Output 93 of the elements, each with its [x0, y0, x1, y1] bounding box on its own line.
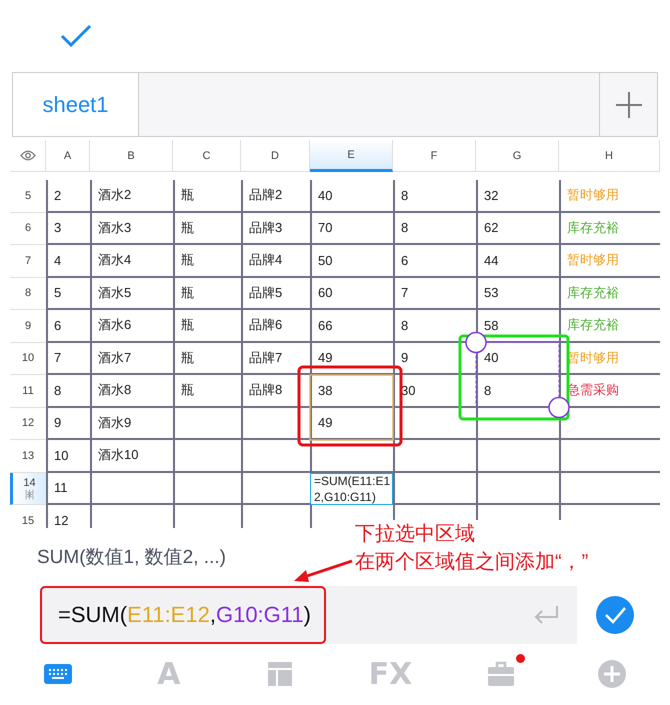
row-header[interactable]: 15	[10, 505, 46, 528]
table-cell: 38	[310, 375, 393, 408]
table-cell: 32	[476, 180, 559, 212]
table-cell: 瓶	[173, 212, 241, 245]
annotation-text: 下拉选中区域	[355, 522, 476, 547]
table-cell: 6	[46, 310, 90, 342]
table-cell: 10	[46, 440, 90, 472]
check-icon[interactable]	[60, 24, 92, 48]
column-header[interactable]: E	[310, 140, 393, 172]
table-cell: 62	[476, 212, 559, 245]
table-cell: 7	[46, 342, 90, 375]
table-cell: 暂时够用	[559, 245, 660, 278]
row-header[interactable]: 5	[10, 180, 46, 212]
table-cell: 酒水7	[90, 342, 173, 375]
table-cell: =SUM(E11:E12,G10:G11)	[310, 472, 393, 505]
row-header[interactable]: 10	[10, 342, 46, 375]
table-cell: 53	[476, 278, 559, 310]
table-cell	[173, 440, 241, 472]
table-cell: 49	[310, 408, 393, 440]
column-header[interactable]: B	[90, 140, 173, 172]
table-cell: 瓶	[173, 310, 241, 342]
table-cell: 酒水2	[90, 180, 173, 212]
table-cell: 8	[46, 375, 90, 408]
table-cell: 酒水6	[90, 310, 173, 342]
annotation-text: 在两个区域值之间添加“，”	[355, 550, 588, 575]
table-cell: 品牌5	[241, 278, 310, 310]
table-cell: 30	[393, 375, 476, 408]
table-cell: 5	[46, 278, 90, 310]
row-header[interactable]: 7	[10, 245, 46, 278]
table-cell: 44	[476, 245, 559, 278]
table-cell	[241, 472, 310, 505]
table-cell	[241, 440, 310, 472]
drag-handle-icon[interactable]	[25, 488, 34, 500]
confirm-button[interactable]	[595, 595, 635, 635]
annotation-arrow	[292, 558, 354, 584]
table-cell: 瓶	[173, 245, 241, 278]
table-cell: 暂时够用	[559, 180, 660, 212]
table-cell: 酒水9	[90, 408, 173, 440]
table-cell: 8	[393, 212, 476, 245]
row-header[interactable]: 9	[10, 310, 46, 342]
table-cell: 瓶	[173, 180, 241, 212]
column-header[interactable]: C	[173, 140, 241, 172]
row-header[interactable]: 11	[10, 375, 46, 408]
row-header[interactable]: 8	[10, 278, 46, 310]
table-cell: 酒水10	[90, 440, 173, 472]
function-hint: SUM(数值1, 数值2, ...)	[37, 546, 226, 570]
table-cell: 11	[46, 472, 90, 505]
row-header[interactable]: 12	[10, 408, 46, 440]
table-cell: 品牌6	[241, 310, 310, 342]
table-cell	[241, 408, 310, 440]
table-cell: 12	[46, 505, 90, 528]
table-cell: 品牌2	[241, 180, 310, 212]
table-cell	[173, 472, 241, 505]
row-header[interactable]: 14	[10, 472, 46, 505]
keyboard-icon	[43, 663, 73, 685]
table-cell: 7	[393, 278, 476, 310]
table-cell: 3	[46, 212, 90, 245]
column-header[interactable]: F	[393, 140, 476, 172]
column-header[interactable]: H	[559, 140, 660, 172]
table-cell: 50	[310, 245, 393, 278]
table-cell: 酒水8	[90, 375, 173, 408]
row-header[interactable]: 6	[10, 212, 46, 245]
table-cell: 品牌3	[241, 212, 310, 245]
table-cell: 瓶	[173, 342, 241, 375]
table-cell: 4	[46, 245, 90, 278]
table-cell: 库存充裕	[559, 212, 660, 245]
table-cell: 8	[393, 180, 476, 212]
table-cell: 品牌7	[241, 342, 310, 375]
selection-handle[interactable]	[465, 332, 487, 354]
table-cell: 品牌8	[241, 375, 310, 408]
table-cell: 40	[310, 180, 393, 212]
table-cell: 库存充裕	[559, 310, 660, 342]
eye-icon[interactable]	[20, 150, 36, 161]
formula-input[interactable]: =SUM(E11:E12,G10:G11)	[40, 586, 577, 644]
table-cell: 60	[310, 278, 393, 310]
selection-handle[interactable]	[548, 396, 570, 418]
table-cell: 66	[310, 310, 393, 342]
column-header[interactable]: G	[476, 140, 559, 172]
table-cell: 酒水4	[90, 245, 173, 278]
table-cell: 70	[310, 212, 393, 245]
column-header[interactable]: A	[46, 140, 90, 172]
table-cell	[173, 408, 241, 440]
table-cell: 酒水5	[90, 278, 173, 310]
table-cell: 9	[46, 408, 90, 440]
table-cell: 库存充裕	[559, 278, 660, 310]
plus-icon	[614, 90, 642, 118]
table-cell: 瓶	[173, 278, 241, 310]
table-cell: 49	[310, 342, 393, 375]
table-cell: 酒水3	[90, 212, 173, 245]
table-cell: 品牌4	[241, 245, 310, 278]
table-cell: 2	[46, 180, 90, 212]
table-cell: 瓶	[173, 375, 241, 408]
table-cell: 6	[393, 245, 476, 278]
